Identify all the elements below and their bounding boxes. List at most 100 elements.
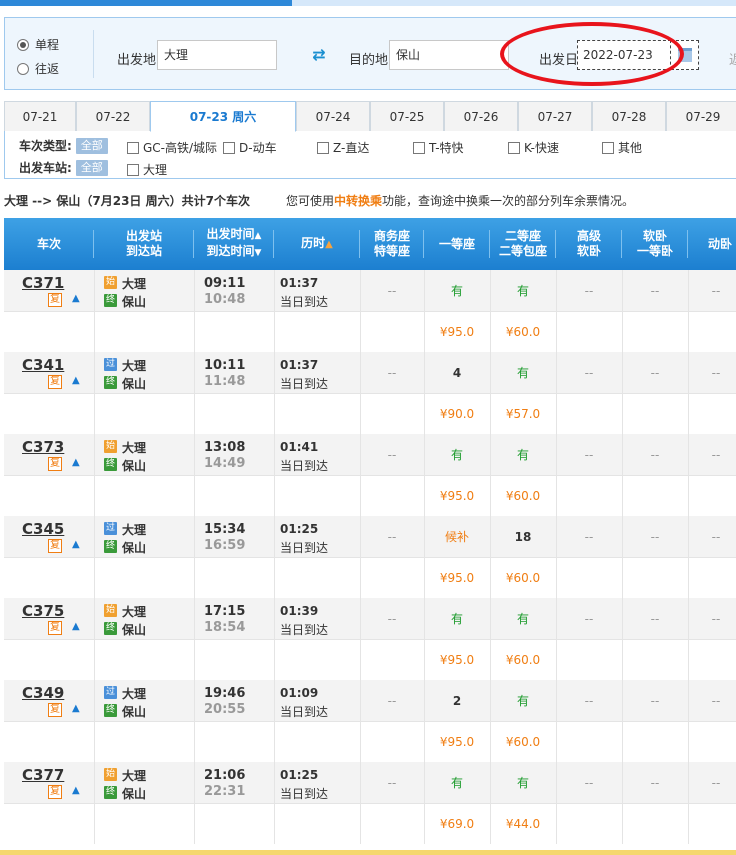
from-station[interactable]: 大理 bbox=[122, 767, 146, 784]
from-station[interactable]: 大理 bbox=[122, 603, 146, 620]
from-station[interactable]: 大理 bbox=[122, 685, 146, 702]
to-station[interactable]: 保山 bbox=[122, 293, 146, 310]
seat-first[interactable]: 有 bbox=[424, 270, 490, 312]
expand-arrow-icon[interactable]: ▲ bbox=[72, 621, 80, 632]
seat-hsl[interactable]: -- bbox=[556, 762, 622, 804]
fu-badge[interactable]: 复 bbox=[48, 539, 62, 553]
fu-badge[interactable]: 复 bbox=[48, 293, 62, 307]
seat-biz[interactable]: -- bbox=[360, 434, 424, 476]
fu-badge[interactable]: 复 bbox=[48, 457, 62, 471]
from-station[interactable]: 大理 bbox=[122, 521, 146, 538]
seat-first[interactable]: 2 bbox=[424, 680, 490, 722]
seat-first[interactable]: 有 bbox=[424, 434, 490, 476]
filter-d[interactable]: D-动车 bbox=[223, 139, 277, 156]
seat-second[interactable]: 有 bbox=[490, 762, 556, 804]
to-station[interactable]: 保山 bbox=[122, 457, 146, 474]
to-station[interactable]: 保山 bbox=[122, 375, 146, 392]
station-all-button[interactable]: 全部 bbox=[75, 159, 108, 176]
oneway-radio[interactable]: 单程 bbox=[17, 36, 59, 53]
seat-sl[interactable]: -- bbox=[622, 516, 688, 558]
from-input[interactable]: 大理 bbox=[157, 40, 277, 70]
seat-biz[interactable]: -- bbox=[360, 352, 424, 394]
to-input[interactable]: 保山 bbox=[389, 40, 509, 70]
seat-sl[interactable]: -- bbox=[622, 762, 688, 804]
seat-dw[interactable]: -- bbox=[688, 270, 736, 312]
filter-t[interactable]: T-特快 bbox=[413, 139, 464, 156]
seat-second[interactable]: 有 bbox=[490, 270, 556, 312]
seat-hsl[interactable]: -- bbox=[556, 598, 622, 640]
to-station[interactable]: 保山 bbox=[122, 785, 146, 802]
seat-sl[interactable]: -- bbox=[622, 434, 688, 476]
roundtrip-radio[interactable]: 往返 bbox=[17, 60, 59, 77]
seat-second[interactable]: 18 bbox=[490, 516, 556, 558]
train-number[interactable]: C345 bbox=[22, 520, 64, 538]
tab-date[interactable]: 07-21 bbox=[4, 101, 76, 131]
train-number[interactable]: C377 bbox=[22, 766, 64, 784]
tab-date[interactable]: 07-27 bbox=[518, 101, 592, 131]
seat-dw[interactable]: -- bbox=[688, 352, 736, 394]
train-number[interactable]: C375 bbox=[22, 602, 64, 620]
expand-arrow-icon[interactable]: ▲ bbox=[72, 375, 80, 386]
expand-arrow-icon[interactable]: ▲ bbox=[72, 703, 80, 714]
seat-biz[interactable]: -- bbox=[360, 598, 424, 640]
tab-date[interactable]: 07-29 bbox=[666, 101, 736, 131]
seat-first[interactable]: 有 bbox=[424, 598, 490, 640]
expand-arrow-icon[interactable]: ▲ bbox=[72, 785, 80, 796]
from-station[interactable]: 大理 bbox=[122, 357, 146, 374]
seat-dw[interactable]: -- bbox=[688, 762, 736, 804]
seat-first[interactable]: 4 bbox=[424, 352, 490, 394]
expand-arrow-icon[interactable]: ▲ bbox=[72, 457, 80, 468]
tab-date[interactable]: 07-26 bbox=[444, 101, 518, 131]
seat-second[interactable]: 有 bbox=[490, 434, 556, 476]
seat-sl[interactable]: -- bbox=[622, 270, 688, 312]
tab-date[interactable]: 07-24 bbox=[296, 101, 370, 131]
tab-date[interactable]: 07-22 bbox=[76, 101, 150, 131]
seat-biz[interactable]: -- bbox=[360, 762, 424, 804]
seat-hsl[interactable]: -- bbox=[556, 270, 622, 312]
header-time[interactable]: 出发时间▲ 到达时间▼ bbox=[194, 218, 274, 270]
seat-hsl[interactable]: -- bbox=[556, 434, 622, 476]
filter-k[interactable]: K-快速 bbox=[508, 139, 559, 156]
seat-sl[interactable]: -- bbox=[622, 598, 688, 640]
train-number[interactable]: C371 bbox=[22, 274, 64, 292]
type-all-button[interactable]: 全部 bbox=[75, 137, 108, 154]
tab-date[interactable]: 07-28 bbox=[592, 101, 666, 131]
fu-badge[interactable]: 复 bbox=[48, 621, 62, 635]
transfer-link[interactable]: 中转换乘 bbox=[334, 194, 382, 208]
seat-dw[interactable]: -- bbox=[688, 598, 736, 640]
seat-hsl[interactable]: -- bbox=[556, 516, 622, 558]
seat-first[interactable]: 有 bbox=[424, 762, 490, 804]
seat-dw[interactable]: -- bbox=[688, 434, 736, 476]
seat-hsl[interactable]: -- bbox=[556, 680, 622, 722]
header-duration[interactable]: 历时▲ bbox=[274, 218, 360, 270]
header-station[interactable]: 出发站 到达站 bbox=[94, 218, 194, 270]
train-number[interactable]: C349 bbox=[22, 684, 64, 702]
to-station[interactable]: 保山 bbox=[122, 703, 146, 720]
tab-date-active[interactable]: 07-23 周六 bbox=[150, 101, 296, 132]
fu-badge[interactable]: 复 bbox=[48, 703, 62, 717]
train-number[interactable]: C373 bbox=[22, 438, 64, 456]
seat-second[interactable]: 有 bbox=[490, 598, 556, 640]
seat-sl[interactable]: -- bbox=[622, 352, 688, 394]
seat-second[interactable]: 有 bbox=[490, 680, 556, 722]
filter-station-dali[interactable]: 大理 bbox=[127, 161, 167, 178]
expand-arrow-icon[interactable]: ▲ bbox=[72, 293, 80, 304]
seat-biz[interactable]: -- bbox=[360, 516, 424, 558]
from-station[interactable]: 大理 bbox=[122, 275, 146, 292]
seat-biz[interactable]: -- bbox=[360, 270, 424, 312]
train-number[interactable]: C341 bbox=[22, 356, 64, 374]
swap-icon[interactable]: ⇄ bbox=[308, 45, 330, 65]
to-station[interactable]: 保山 bbox=[122, 621, 146, 638]
seat-hsl[interactable]: -- bbox=[556, 352, 622, 394]
fu-badge[interactable]: 复 bbox=[48, 375, 62, 389]
seat-second[interactable]: 有 bbox=[490, 352, 556, 394]
from-station[interactable]: 大理 bbox=[122, 439, 146, 456]
seat-dw[interactable]: -- bbox=[688, 516, 736, 558]
to-station[interactable]: 保山 bbox=[122, 539, 146, 556]
filter-z[interactable]: Z-直达 bbox=[317, 139, 369, 156]
seat-biz[interactable]: -- bbox=[360, 680, 424, 722]
fu-badge[interactable]: 复 bbox=[48, 785, 62, 799]
tab-date[interactable]: 07-25 bbox=[370, 101, 444, 131]
seat-sl[interactable]: -- bbox=[622, 680, 688, 722]
expand-arrow-icon[interactable]: ▲ bbox=[72, 539, 80, 550]
